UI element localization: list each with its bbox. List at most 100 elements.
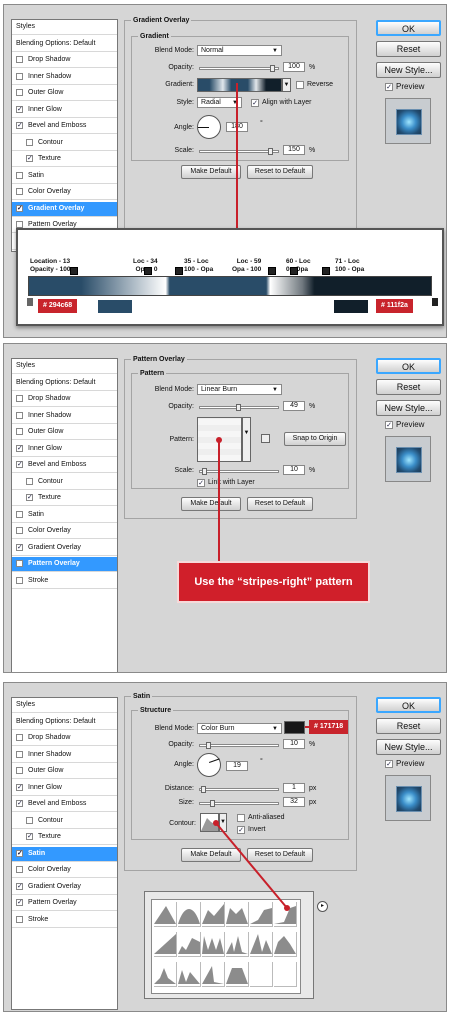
opacity-stop-marker[interactable] <box>70 267 78 275</box>
sidebar-checkbox[interactable] <box>16 89 23 96</box>
opacity-field[interactable]: 49 <box>283 401 305 411</box>
preview-checkbox[interactable]: ✓ <box>385 421 393 429</box>
stop-location: 35 - Loc <box>184 258 209 265</box>
sidebar-item[interactable]: ✓ Inner Glow <box>12 103 117 118</box>
sidebar-checkbox[interactable] <box>16 411 23 419</box>
style-value: Radial <box>201 99 221 106</box>
opacity-stop-marker[interactable] <box>175 267 183 275</box>
align-with-layer-checkbox[interactable]: ✓ <box>251 99 259 107</box>
swatch-left <box>98 300 132 313</box>
reset-to-default-button[interactable]: Reset to Default <box>247 165 313 179</box>
percent-unit: % <box>309 403 316 410</box>
sidebar-item[interactable]: Blending Options: Default <box>12 37 117 52</box>
new-preset-icon[interactable] <box>261 434 270 443</box>
angle-dial[interactable] <box>197 115 221 139</box>
color-stop-right[interactable] <box>432 298 438 306</box>
sidebar-checkbox[interactable]: ✓ <box>26 155 33 162</box>
sidebar-item[interactable]: Satin <box>12 508 117 523</box>
ok-button[interactable]: OK <box>376 20 441 36</box>
sidebar-checkbox[interactable]: ✓ <box>26 494 33 501</box>
sidebar-item[interactable]: Pattern Overlay <box>12 557 117 572</box>
sidebar-item[interactable]: ✓ Bevel and Emboss <box>12 119 117 134</box>
sidebar-item[interactable]: Inner Shadow <box>12 70 117 85</box>
sidebar-item[interactable]: Contour <box>12 475 117 490</box>
sidebar-checkbox[interactable] <box>26 138 33 146</box>
sidebar-item[interactable]: ✓ Inner Glow <box>12 442 117 457</box>
sidebar-item[interactable]: Styles <box>12 20 117 35</box>
snap-to-origin-button[interactable]: Snap to Origin <box>284 432 346 446</box>
sidebar-checkbox[interactable]: ✓ <box>16 204 23 212</box>
slider-knob[interactable] <box>202 468 207 475</box>
scale-field[interactable]: 10 <box>283 465 305 475</box>
sidebar-checkbox[interactable]: ✓ <box>16 461 23 468</box>
sidebar-item[interactable]: ✓ Gradient Overlay <box>12 201 117 217</box>
reset-to-default-button[interactable]: Reset to Default <box>247 497 313 511</box>
new-style-button[interactable]: New Style... <box>376 62 441 78</box>
scale-field[interactable]: 150 <box>283 145 305 155</box>
blend-mode-select[interactable]: Linear Burn ▼ <box>197 384 282 395</box>
sidebar-item[interactable]: Satin <box>12 169 117 184</box>
sidebar-checkbox[interactable]: ✓ <box>16 105 23 113</box>
sidebar-checkbox[interactable] <box>16 510 23 518</box>
sidebar-item[interactable]: Blending Options: Default <box>12 376 117 391</box>
new-style-button[interactable]: New Style... <box>376 400 441 416</box>
sidebar-item-label: Bevel and Emboss <box>28 461 87 468</box>
sidebar-checkbox[interactable] <box>16 428 23 435</box>
opacity-slider[interactable] <box>199 404 279 411</box>
slider-knob[interactable] <box>270 65 275 72</box>
opacity-stop-marker[interactable] <box>322 267 330 275</box>
sidebar-checkbox[interactable]: ✓ <box>16 122 23 129</box>
slider-knob[interactable] <box>236 404 241 411</box>
angle-label: Angle: <box>174 124 194 131</box>
sidebar-item[interactable]: Drop Shadow <box>12 53 117 68</box>
reset-button[interactable]: Reset <box>376 41 441 57</box>
opacity-field[interactable]: 100 <box>283 62 305 72</box>
sidebar-item[interactable]: Styles <box>12 359 117 374</box>
scale-slider[interactable] <box>199 468 279 475</box>
sidebar-checkbox[interactable] <box>16 56 23 63</box>
sidebar-item[interactable]: Color Overlay <box>12 524 117 539</box>
sidebar-item[interactable]: ✓ Texture <box>12 152 117 167</box>
sidebar-checkbox[interactable] <box>16 395 23 402</box>
gradient-picker[interactable] <box>197 78 282 92</box>
sidebar-item[interactable]: Drop Shadow <box>12 392 117 407</box>
callout-dot <box>213 820 219 826</box>
sidebar-item[interactable]: Outer Glow <box>12 425 117 440</box>
reset-button[interactable]: Reset <box>376 379 441 395</box>
sidebar-checkbox[interactable] <box>16 221 23 228</box>
sidebar-checkbox[interactable] <box>16 171 23 179</box>
ok-button[interactable]: OK <box>376 358 441 374</box>
sidebar-checkbox[interactable]: ✓ <box>16 444 23 452</box>
sidebar-item[interactable]: ✓ Bevel and Emboss <box>12 458 117 473</box>
make-default-button[interactable]: Make Default <box>181 497 241 511</box>
sidebar-item[interactable]: Stroke <box>12 574 117 589</box>
pattern-dropdown[interactable]: ▼ <box>242 417 251 462</box>
color-stop-left[interactable] <box>27 298 33 306</box>
sidebar-item[interactable]: Outer Glow <box>12 86 117 101</box>
opacity-stop-marker[interactable] <box>144 267 152 275</box>
slider-knob[interactable] <box>268 148 273 155</box>
sidebar-item-label: Blending Options: Default <box>16 378 96 386</box>
sidebar-checkbox[interactable] <box>16 527 23 534</box>
sidebar-item[interactable]: Inner Shadow <box>12 409 117 424</box>
scale-slider[interactable] <box>199 148 279 155</box>
sidebar-item[interactable]: ✓ Texture <box>12 491 117 506</box>
preview-checkbox[interactable]: ✓ <box>385 83 393 91</box>
sidebar-item[interactable]: ✓ Gradient Overlay <box>12 541 117 556</box>
sidebar-item[interactable]: Contour <box>12 136 117 151</box>
gradient-dropdown[interactable]: ▼ <box>282 78 291 92</box>
opacity-stop-marker[interactable] <box>290 267 298 275</box>
sidebar-checkbox[interactable] <box>16 576 23 584</box>
reverse-checkbox[interactable] <box>296 81 304 89</box>
sidebar-checkbox[interactable] <box>26 477 33 485</box>
blend-mode-select[interactable]: Normal ▼ <box>197 45 282 56</box>
sidebar-checkbox[interactable] <box>16 560 23 567</box>
opacity-slider[interactable] <box>199 65 279 72</box>
opacity-stop-marker[interactable] <box>268 267 276 275</box>
sidebar-checkbox[interactable]: ✓ <box>16 543 23 551</box>
sidebar-item[interactable]: Color Overlay <box>12 185 117 200</box>
sidebar-checkbox[interactable] <box>16 188 23 195</box>
sidebar-checkbox[interactable] <box>16 72 23 80</box>
make-default-button[interactable]: Make Default <box>181 165 241 179</box>
link-with-layer-checkbox[interactable]: ✓ <box>197 479 205 487</box>
